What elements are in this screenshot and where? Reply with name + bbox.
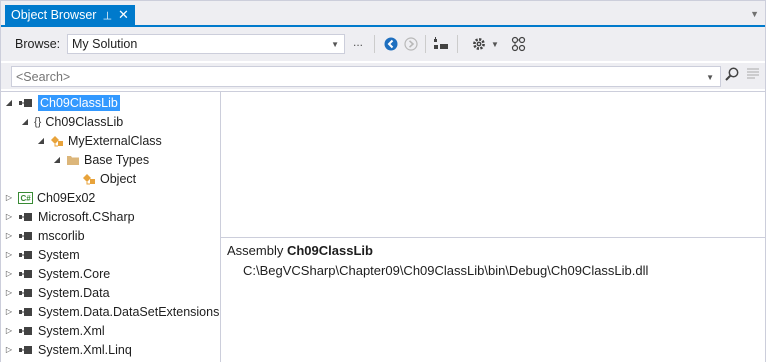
tree-item-label: System.Xml [38, 323, 105, 338]
tab-strip: Object Browser ⊣ ✕ ▼ [1, 1, 765, 27]
search-box[interactable]: ▼ [11, 66, 721, 87]
tree-item-label: mscorlib [38, 228, 85, 243]
collapsed-arrow-icon[interactable]: ▷ [3, 212, 15, 221]
forward-button[interactable] [401, 33, 421, 55]
tree-item-label: Base Types [84, 152, 150, 167]
tree-item[interactable]: Object [82, 169, 136, 188]
browser-content: ◢ Ch09ClassLib ◢ {} Ch09ClassLib ◢ MyExt… [1, 91, 765, 362]
edit-custom-component-set-button[interactable]: ... [353, 35, 363, 49]
collapsed-arrow-icon[interactable]: ▷ [3, 269, 15, 278]
tab-object-browser[interactable]: Object Browser ⊣ ✕ [5, 5, 135, 25]
assembly-prefix: Assembly [227, 243, 287, 258]
tree-item[interactable]: ▷ System.Data [3, 283, 110, 302]
assembly-name[interactable]: Ch09ClassLib [287, 243, 373, 258]
collapsed-arrow-icon[interactable]: ▷ [3, 250, 15, 259]
collapsed-arrow-icon[interactable]: ▷ [3, 307, 15, 316]
clear-search-icon [747, 68, 759, 79]
tree-item[interactable]: ▷ System [3, 245, 80, 264]
tree-item-label: System [38, 247, 80, 262]
back-arrow-icon [384, 37, 398, 51]
assembly-path: C:\BegVCSharp\Chapter09\Ch09ClassLib\bin… [243, 263, 649, 278]
tree-item-label: System.Core [38, 266, 111, 281]
assembly-heading: Assembly Ch09ClassLib [227, 243, 373, 258]
search-row: ▼ [1, 63, 765, 89]
tree-item[interactable]: ◢ MyExternalClass [35, 131, 162, 150]
toolbar: Browse: My Solution ▼ ... ▼ [1, 27, 765, 61]
tree-item[interactable]: ▷ System.Xml.Linq [3, 340, 132, 359]
collapsed-arrow-icon[interactable]: ▷ [3, 326, 15, 335]
search-icon [725, 67, 739, 81]
browse-scope-dropdown[interactable]: My Solution ▼ [67, 34, 345, 54]
description-pane: Assembly Ch09ClassLib C:\BegVCSharp\Chap… [221, 238, 765, 362]
assembly-icon [18, 326, 34, 336]
tree-item-label: System.Data [38, 285, 110, 300]
forward-arrow-icon [404, 37, 418, 51]
clear-search-button[interactable] [746, 67, 760, 84]
tree-item[interactable]: ▷ System.Data.DataSetExtensions [3, 302, 219, 321]
tree-item[interactable]: ◢ Ch09ClassLib [3, 93, 120, 112]
tab-title: Object Browser [11, 8, 97, 22]
tree-item[interactable]: ◢ Base Types [51, 150, 149, 169]
tree-item-label: Ch09ClassLib [45, 114, 124, 129]
class-icon [50, 135, 64, 147]
members-pane[interactable] [221, 92, 765, 238]
tree-item-label: System.Data.DataSetExtensions [38, 304, 220, 319]
svg-text:C#: C# [21, 194, 32, 203]
collapsed-arrow-icon[interactable]: ▷ [3, 345, 15, 354]
collapsed-arrow-icon[interactable]: ▷ [3, 288, 15, 297]
toolbar-separator [425, 35, 426, 53]
assembly-icon [18, 98, 34, 108]
tree-item[interactable]: ◢ {} Ch09ClassLib [19, 112, 123, 131]
tree-item-label: System.Xml.Linq [38, 342, 132, 357]
chevron-down-icon: ▼ [331, 40, 339, 49]
search-button[interactable] [725, 67, 739, 86]
tree-item-label: Microsoft.CSharp [38, 209, 135, 224]
expanded-arrow-icon[interactable]: ◢ [19, 117, 31, 126]
assembly-icon [18, 231, 34, 241]
add-to-references-button[interactable] [431, 33, 451, 55]
tree-item-label: Ch09ClassLib [38, 94, 120, 111]
hierarchy-icon [511, 36, 526, 52]
collapsed-arrow-icon[interactable]: ▷ [3, 231, 15, 240]
assembly-icon [18, 288, 34, 298]
search-input[interactable] [12, 67, 700, 87]
expanded-arrow-icon[interactable]: ◢ [3, 98, 15, 107]
tree-item-label: Ch09Ex02 [37, 190, 96, 205]
tree-item[interactable]: ▷ System.Xml [3, 321, 105, 340]
close-icon[interactable]: ✕ [118, 7, 129, 23]
browse-scope-value: My Solution [72, 37, 138, 51]
chevron-down-icon[interactable]: ▼ [706, 73, 714, 82]
folder-icon [66, 154, 80, 166]
back-button[interactable] [381, 33, 401, 55]
assembly-icon [18, 212, 34, 222]
gear-icon [473, 38, 485, 50]
chevron-down-icon[interactable]: ▼ [491, 40, 499, 49]
objects-pane: ◢ Ch09ClassLib ◢ {} Ch09ClassLib ◢ MyExt… [1, 92, 221, 362]
add-reference-icon [434, 37, 448, 49]
settings-button[interactable] [469, 33, 489, 55]
tree-item-label: MyExternalClass [68, 133, 162, 148]
pin-icon[interactable]: ⊣ [101, 10, 114, 20]
tree-item-label: Object [100, 171, 137, 186]
toolbar-separator [374, 35, 375, 53]
object-browser-window: Object Browser ⊣ ✕ ▼ Browse: My Solution… [0, 0, 766, 362]
namespace-icon: {} [34, 115, 42, 128]
tree-item[interactable]: ▷ System.Core [3, 264, 110, 283]
tree-item[interactable]: ▷ Microsoft.CSharp [3, 207, 135, 226]
tree-item[interactable]: ▷ C# Ch09Ex02 [3, 188, 95, 207]
tree-item[interactable]: ▷ mscorlib [3, 226, 85, 245]
browse-label: Browse: [15, 37, 61, 51]
assembly-icon [18, 269, 34, 279]
assembly-icon [18, 345, 34, 355]
class-icon [82, 173, 96, 185]
assembly-icon [18, 250, 34, 260]
toolbar-separator [457, 35, 458, 53]
view-hierarchy-button[interactable] [509, 33, 529, 55]
tab-overflow-icon[interactable]: ▼ [750, 9, 759, 19]
assembly-icon [18, 307, 34, 317]
collapsed-arrow-icon[interactable]: ▷ [3, 193, 15, 202]
csharp-project-icon: C# [18, 191, 33, 204]
expanded-arrow-icon[interactable]: ◢ [51, 155, 63, 164]
expanded-arrow-icon[interactable]: ◢ [35, 136, 47, 145]
